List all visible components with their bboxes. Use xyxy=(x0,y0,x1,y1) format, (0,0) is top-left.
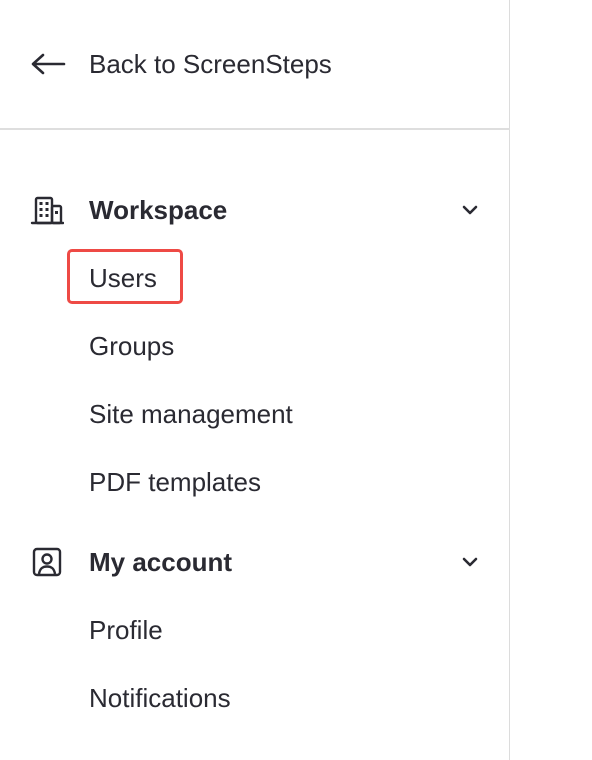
building-icon xyxy=(30,196,64,225)
chevron-down-icon[interactable] xyxy=(459,554,481,570)
back-label: Back to ScreenSteps xyxy=(89,49,332,79)
section-header-my-account[interactable]: My account xyxy=(0,538,510,586)
nav-item-groups[interactable]: Groups xyxy=(89,328,174,364)
section-header-workspace[interactable]: Workspace xyxy=(0,186,510,234)
nav-item-profile[interactable]: Profile xyxy=(89,612,163,648)
back-to-screensteps-link[interactable]: Back to ScreenSteps xyxy=(0,0,510,128)
nav-item-notifications[interactable]: Notifications xyxy=(89,680,231,716)
arrow-left-icon xyxy=(31,53,66,75)
highlight-box xyxy=(67,249,183,304)
user-badge-icon xyxy=(32,547,62,577)
settings-sidebar: Back to ScreenSteps Workspace Users Grou… xyxy=(0,0,510,760)
section-title-workspace: Workspace xyxy=(89,195,228,225)
nav-item-site-management[interactable]: Site management xyxy=(89,396,293,432)
section-title-my-account: My account xyxy=(89,547,233,577)
chevron-down-icon[interactable] xyxy=(459,202,481,218)
divider xyxy=(0,128,510,130)
nav-item-pdf-templates[interactable]: PDF templates xyxy=(89,464,261,500)
